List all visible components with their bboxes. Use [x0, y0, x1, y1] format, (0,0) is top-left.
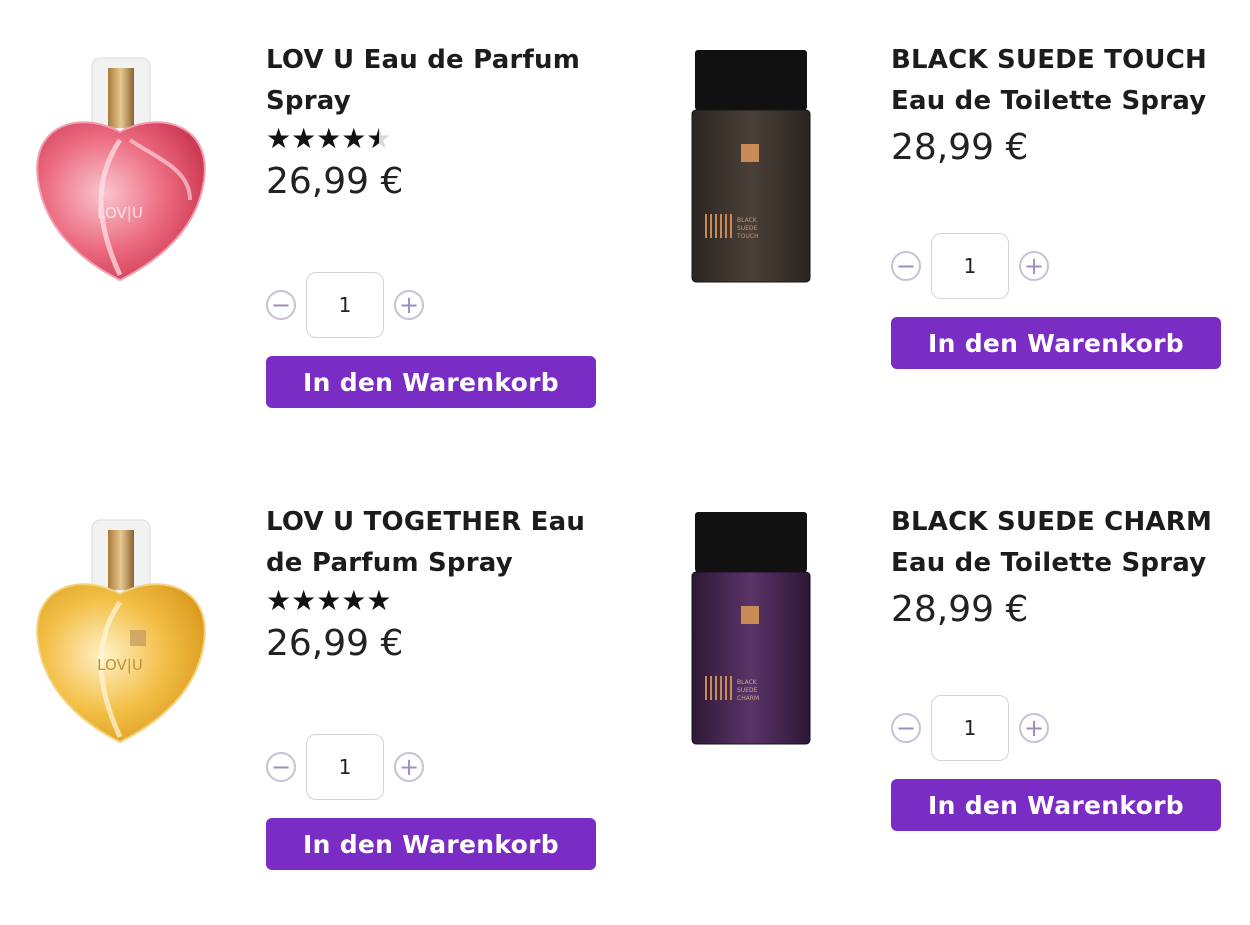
- product-price: 26,99 €: [266, 623, 404, 664]
- decrease-quantity-button[interactable]: −: [891, 713, 921, 743]
- rating-stars-filled: ★★★★★: [266, 584, 392, 617]
- product-info: BLACK SUEDE TOUCH Eau de Toilette Spray …: [891, 40, 1231, 170]
- minus-icon: −: [270, 753, 292, 781]
- decrease-quantity-button[interactable]: −: [266, 752, 296, 782]
- svg-text:TOUCH: TOUCH: [736, 233, 758, 240]
- product-info: LOV U Eau de Parfum Spray ★★★★★ ★★★★★ 26…: [266, 40, 606, 204]
- increase-quantity-button[interactable]: +: [1019, 251, 1049, 281]
- product-price: 28,99 €: [891, 127, 1029, 168]
- svg-text:LOV|U: LOV|U: [97, 656, 143, 674]
- add-to-cart-button[interactable]: In den Warenkorb: [266, 818, 596, 870]
- svg-text:BLACK: BLACK: [737, 217, 758, 224]
- product-price: 26,99 €: [266, 161, 404, 202]
- increase-quantity-button[interactable]: +: [394, 752, 424, 782]
- add-to-cart-button[interactable]: In den Warenkorb: [891, 317, 1221, 369]
- quantity-stepper: − +: [266, 734, 424, 800]
- quantity-input[interactable]: [306, 272, 384, 338]
- product-image[interactable]: LOV|U: [20, 502, 220, 762]
- product-name[interactable]: BLACK SUEDE CHARM Eau de Toilette Spray: [891, 502, 1231, 584]
- product-card: LOV|U LOV U Eau de Parfum Spray ★★★★★ ★★…: [0, 0, 600, 420]
- product-image[interactable]: LOV|U: [20, 40, 220, 300]
- svg-text:CHARM: CHARM: [737, 695, 759, 702]
- quantity-stepper: − +: [891, 233, 1049, 299]
- product-name[interactable]: LOV U TOGETHER Eau de Parfum Spray: [266, 502, 606, 584]
- plus-icon: +: [1023, 714, 1045, 742]
- svg-text:BLACK: BLACK: [737, 679, 758, 686]
- quantity-input[interactable]: [306, 734, 384, 800]
- quantity-stepper: − +: [266, 272, 424, 338]
- product-card: BLACK SUEDE CHARM BLACK SUEDE CHARM Eau …: [625, 462, 1225, 882]
- product-image[interactable]: BLACK SUEDE TOUCH: [665, 40, 865, 300]
- product-card: BLACK SUEDE TOUCH BLACK SUEDE TOUCH Eau …: [625, 0, 1225, 420]
- svg-text:LOV|U: LOV|U: [97, 204, 143, 222]
- increase-quantity-button[interactable]: +: [394, 290, 424, 320]
- svg-text:SUEDE: SUEDE: [737, 687, 758, 694]
- product-name[interactable]: BLACK SUEDE TOUCH Eau de Toilette Spray: [891, 40, 1231, 122]
- product-info: LOV U TOGETHER Eau de Parfum Spray ★★★★★…: [266, 502, 606, 666]
- product-info: BLACK SUEDE CHARM Eau de Toilette Spray …: [891, 502, 1231, 632]
- quantity-input[interactable]: [931, 695, 1009, 761]
- decrease-quantity-button[interactable]: −: [891, 251, 921, 281]
- product-card: LOV|U LOV U TOGETHER Eau de Parfum Spray…: [0, 462, 600, 882]
- rating-stars: ★★★★★ ★★★★★: [266, 122, 392, 156]
- quantity-stepper: − +: [891, 695, 1049, 761]
- plus-icon: +: [398, 753, 420, 781]
- rating-stars: ★★★★★ ★★★★★: [266, 584, 392, 618]
- svg-text:SUEDE: SUEDE: [737, 225, 758, 232]
- plus-icon: +: [398, 291, 420, 319]
- quantity-input[interactable]: [931, 233, 1009, 299]
- minus-icon: −: [895, 714, 917, 742]
- add-to-cart-button[interactable]: In den Warenkorb: [891, 779, 1221, 831]
- increase-quantity-button[interactable]: +: [1019, 713, 1049, 743]
- product-image[interactable]: BLACK SUEDE CHARM: [665, 502, 865, 762]
- rating-stars-filled: ★★★★★: [266, 122, 379, 155]
- plus-icon: +: [1023, 252, 1045, 280]
- add-to-cart-button[interactable]: In den Warenkorb: [266, 356, 596, 408]
- decrease-quantity-button[interactable]: −: [266, 290, 296, 320]
- minus-icon: −: [270, 291, 292, 319]
- product-price: 28,99 €: [891, 589, 1029, 630]
- minus-icon: −: [895, 252, 917, 280]
- product-name[interactable]: LOV U Eau de Parfum Spray: [266, 40, 606, 122]
